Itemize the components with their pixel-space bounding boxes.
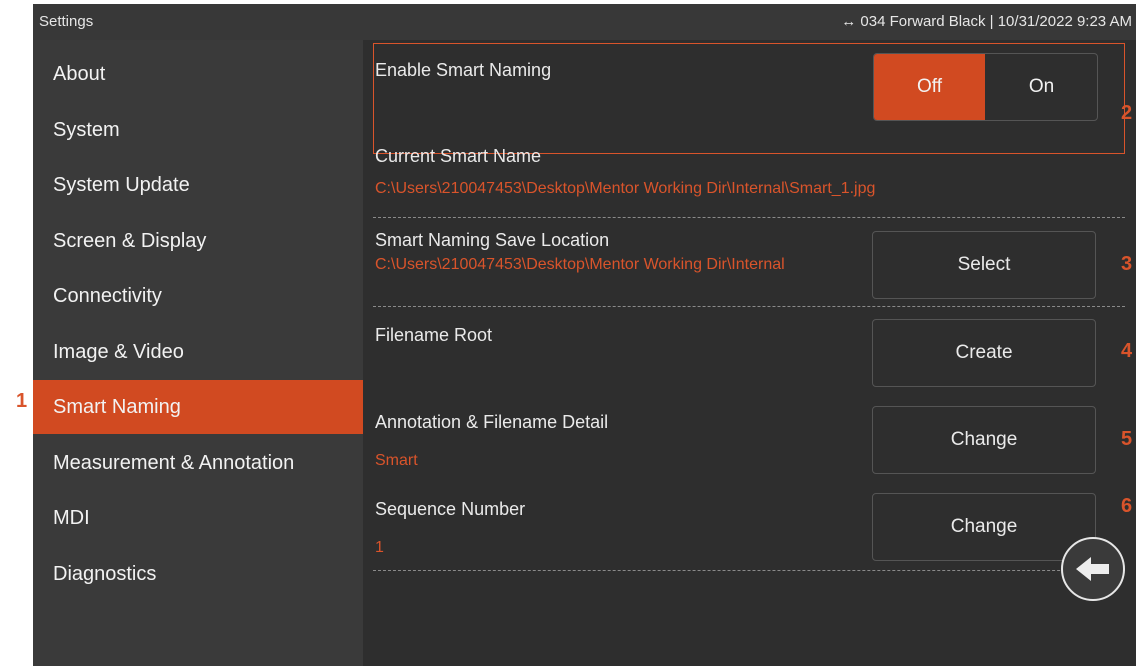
callout-3: 3 bbox=[1121, 253, 1133, 275]
sidebar-item-label: Smart Naming bbox=[53, 396, 181, 418]
callout-6: 6 bbox=[1121, 495, 1133, 517]
divider bbox=[373, 306, 1125, 307]
settings-content: Enable Smart Naming Off On Current Smart… bbox=[363, 40, 1136, 666]
sidebar-item-connectivity[interactable]: Connectivity bbox=[33, 269, 363, 323]
toggle-off-option[interactable]: Off bbox=[874, 54, 985, 120]
current-smart-name-value: C:\Users\210047453\Desktop\Mentor Workin… bbox=[375, 180, 876, 197]
sequence-number-value: 1 bbox=[375, 539, 384, 556]
sidebar-item-screen-display[interactable]: Screen & Display bbox=[33, 214, 363, 268]
top-bar: Settings ↔ 034 Forward Black | 10/31/202… bbox=[33, 4, 1136, 40]
save-location-label: Smart Naming Save Location bbox=[375, 230, 610, 250]
settings-screen: Settings ↔ 034 Forward Black | 10/31/202… bbox=[33, 4, 1136, 666]
sidebar-item-system[interactable]: System bbox=[33, 103, 363, 157]
sequence-number-label: Sequence Number bbox=[375, 499, 526, 519]
back-button[interactable] bbox=[1061, 537, 1125, 601]
sidebar-item-about[interactable]: About bbox=[33, 47, 363, 101]
callout-1: 1 bbox=[16, 390, 28, 412]
sidebar: About System System Update Screen & Disp… bbox=[33, 40, 363, 666]
save-location-value: C:\Users\210047453\Desktop\Mentor Workin… bbox=[375, 256, 785, 273]
callout-4: 4 bbox=[1121, 340, 1133, 362]
sidebar-item-label: Screen & Display bbox=[53, 230, 207, 252]
sidebar-item-label: MDI bbox=[53, 507, 90, 529]
smart-naming-toggle[interactable]: Off On bbox=[873, 53, 1098, 121]
annotation-detail-label: Annotation & Filename Detail bbox=[375, 412, 609, 432]
divider bbox=[373, 217, 1125, 218]
sidebar-item-label: Measurement & Annotation bbox=[53, 452, 295, 474]
arrow-left-icon bbox=[1076, 557, 1109, 581]
sidebar-item-smart-naming[interactable]: Smart Naming bbox=[33, 380, 363, 434]
sidebar-item-label: About bbox=[53, 63, 106, 85]
page-title: Settings bbox=[39, 13, 94, 30]
sidebar-item-measurement-annotation[interactable]: Measurement & Annotation bbox=[33, 436, 363, 490]
sidebar-item-diagnostics[interactable]: Diagnostics bbox=[33, 547, 363, 601]
current-smart-name-label: Current Smart Name bbox=[375, 146, 542, 166]
callout-5: 5 bbox=[1121, 428, 1133, 450]
sidebar-item-mdi[interactable]: MDI bbox=[33, 491, 363, 545]
create-button[interactable]: Create bbox=[872, 319, 1096, 387]
sidebar-item-system-update[interactable]: System Update bbox=[33, 158, 363, 212]
sidebar-item-label: Connectivity bbox=[53, 285, 162, 307]
sidebar-item-label: System Update bbox=[53, 174, 190, 196]
callout-2: 2 bbox=[1121, 102, 1133, 124]
change-annotation-button[interactable]: Change bbox=[872, 406, 1096, 474]
sidebar-item-label: System bbox=[53, 119, 120, 141]
annotation-detail-value: Smart bbox=[375, 452, 418, 469]
sidebar-item-label: Diagnostics bbox=[53, 563, 157, 585]
sidebar-item-label: Image & Video bbox=[53, 341, 184, 363]
enable-smart-naming-label: Enable Smart Naming bbox=[375, 60, 552, 80]
select-button[interactable]: Select bbox=[872, 231, 1096, 299]
toggle-on-option[interactable]: On bbox=[986, 54, 1097, 120]
divider bbox=[373, 570, 1125, 571]
status-text: ↔ 034 Forward Black | 10/31/2022 9:23 AM bbox=[841, 13, 1132, 30]
filename-root-label: Filename Root bbox=[375, 325, 493, 345]
sidebar-item-image-video[interactable]: Image & Video bbox=[33, 325, 363, 379]
